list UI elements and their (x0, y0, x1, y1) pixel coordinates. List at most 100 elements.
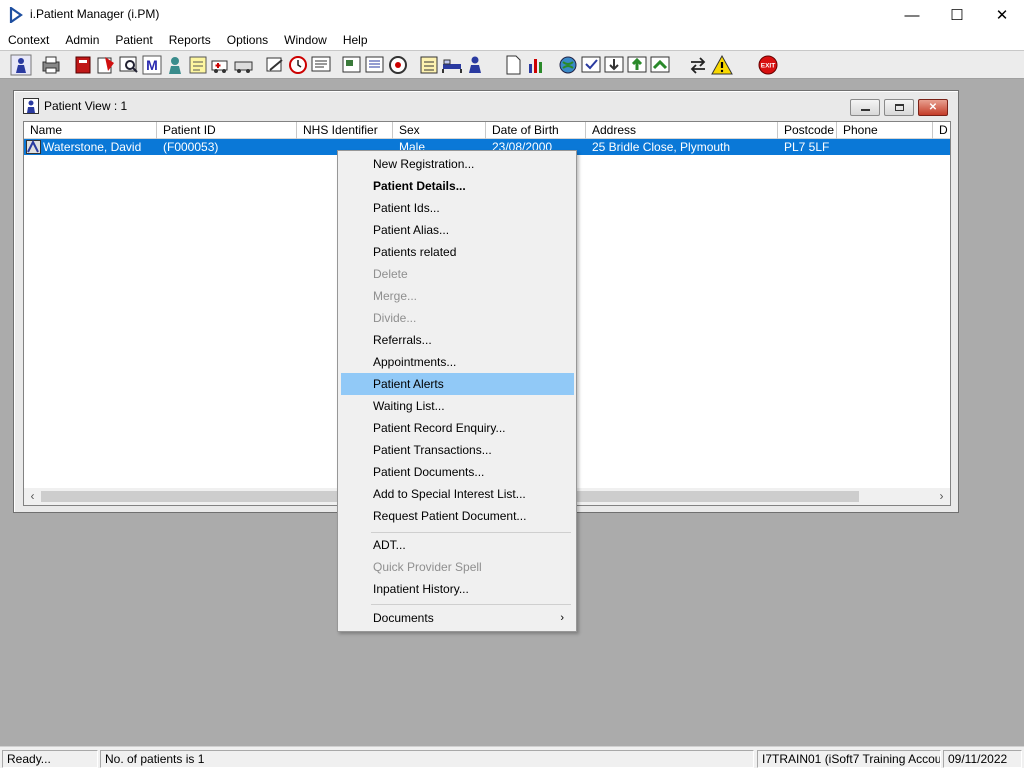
status-date: 09/11/2022 (943, 750, 1022, 768)
cell-phone (843, 139, 929, 155)
bed-icon[interactable] (441, 54, 463, 76)
referral-icon[interactable] (95, 54, 117, 76)
transport-icon[interactable] (233, 54, 255, 76)
patient-icon[interactable] (10, 54, 32, 76)
maximize-button[interactable]: ☐ (934, 0, 980, 30)
check-icon[interactable] (580, 54, 602, 76)
title-bar: i.Patient Manager (i.PM) — ☐ ✕ (0, 0, 1024, 30)
close-button[interactable]: ✕ (979, 0, 1024, 30)
menu-bar: Context Admin Patient Reports Options Wi… (0, 30, 1024, 50)
column-patient-id[interactable]: Patient ID (157, 122, 297, 139)
doctor-icon[interactable] (164, 54, 186, 76)
patient-view-title: Patient View : 1 (44, 99, 128, 113)
menu-item-patient-record-enquiry[interactable]: Patient Record Enquiry... (341, 417, 574, 439)
form-icon[interactable] (418, 54, 440, 76)
monitor-icon[interactable] (310, 54, 332, 76)
column-name[interactable]: Name (24, 122, 157, 139)
column-postcode[interactable]: Postcode (778, 122, 837, 139)
menu-window[interactable]: Window (276, 30, 335, 50)
search-icon[interactable] (118, 54, 140, 76)
close-icon: ✕ (928, 102, 938, 113)
status-bar: Ready... No. of patients is 1 I7TRAIN01 … (0, 746, 1024, 768)
upload-icon[interactable] (626, 54, 648, 76)
menu-item-patient-details[interactable]: Patient Details... (341, 175, 574, 197)
column-date-of-birth[interactable]: Date of Birth (486, 122, 586, 139)
notes-icon[interactable] (187, 54, 209, 76)
menu-separator (371, 604, 571, 605)
svg-text:M: M (146, 57, 158, 73)
document-icon[interactable] (341, 54, 363, 76)
submenu-arrow-icon: › (560, 612, 564, 624)
menu-item-divide: Divide... (373, 311, 417, 325)
exit-label: EXIT (761, 63, 775, 70)
book-icon[interactable] (72, 54, 94, 76)
swap-icon[interactable] (687, 54, 709, 76)
cell-postcode: PL7 5LF (784, 140, 830, 154)
menu-admin[interactable]: Admin (57, 30, 107, 50)
list-header: Name Patient ID NHS Identifier Sex Date … (24, 122, 950, 139)
patient-view-icon (23, 98, 39, 114)
cell-patient-id: (F000053) (163, 140, 219, 154)
menu-patient[interactable]: Patient (107, 30, 160, 50)
bar-chart-icon[interactable] (526, 54, 548, 76)
cell-name: Waterstone, David (43, 140, 142, 154)
patient-context-menu: New Registration... Patient Details... P… (337, 150, 577, 632)
warning-icon[interactable] (711, 54, 733, 76)
menu-item-add-special-interest[interactable]: Add to Special Interest List... (341, 483, 574, 505)
restore-icon (894, 104, 904, 111)
menu-item-patient-alias[interactable]: Patient Alias... (341, 219, 574, 241)
menu-help[interactable]: Help (335, 30, 376, 50)
scroll-left-icon[interactable]: ‹ (24, 488, 41, 505)
person-icon[interactable] (464, 54, 486, 76)
printer-icon[interactable] (40, 54, 62, 76)
menu-item-new-registration[interactable]: New Registration... (341, 153, 574, 175)
menu-item-documents[interactable]: Documents › (341, 607, 574, 629)
scroll-right-icon[interactable]: › (933, 488, 950, 505)
app-logo-icon (9, 7, 23, 23)
menu-item-delete: Delete (373, 267, 408, 281)
column-sex[interactable]: Sex (393, 122, 486, 139)
cell-address: 25 Bridle Close, Plymouth (592, 140, 731, 154)
child-minimize-button[interactable] (850, 99, 880, 116)
menu-item-patient-alerts[interactable]: Patient Alerts (341, 373, 574, 395)
menu-item-patient-ids[interactable]: Patient Ids... (341, 197, 574, 219)
menu-item-referrals[interactable]: Referrals... (341, 329, 574, 351)
menu-item-inpatient-history[interactable]: Inpatient History... (341, 578, 574, 600)
account-info: I7TRAIN01 (iSoft7 Training Account) (757, 750, 941, 768)
column-address[interactable]: Address (586, 122, 778, 139)
menu-item-merge: Merge... (373, 289, 418, 303)
menu-item-quick-provider-spell: Quick Provider Spell (373, 560, 482, 574)
column-nhs-identifier[interactable]: NHS Identifier (297, 122, 393, 139)
blank-page-icon[interactable] (502, 54, 524, 76)
menu-item-adt[interactable]: ADT... (341, 534, 574, 556)
scan-icon[interactable] (264, 54, 286, 76)
menu-separator (371, 532, 571, 533)
ambulance-icon[interactable] (210, 54, 232, 76)
child-close-button[interactable]: ✕ (918, 99, 948, 116)
clock-icon[interactable] (287, 54, 309, 76)
column-d[interactable]: D (933, 122, 950, 139)
menu-reports[interactable]: Reports (161, 30, 219, 50)
minimize-icon (860, 109, 870, 111)
m-icon[interactable]: M (141, 54, 163, 76)
menu-item-request-patient-document[interactable]: Request Patient Document... (341, 505, 574, 527)
globe-icon[interactable] (557, 54, 579, 76)
menu-options[interactable]: Options (219, 30, 276, 50)
patient-row-icon (26, 140, 41, 154)
download-icon[interactable] (603, 54, 625, 76)
list-icon[interactable] (364, 54, 386, 76)
menu-item-patients-related[interactable]: Patients related (341, 241, 574, 263)
child-restore-button[interactable] (884, 99, 914, 116)
transfer-icon[interactable] (649, 54, 671, 76)
target-icon[interactable] (387, 54, 409, 76)
menu-item-appointments[interactable]: Appointments... (341, 351, 574, 373)
menu-item-waiting-list[interactable]: Waiting List... (341, 395, 574, 417)
menu-item-patient-transactions[interactable]: Patient Transactions... (341, 439, 574, 461)
menu-context[interactable]: Context (0, 30, 57, 50)
status-text: Ready... (2, 750, 98, 768)
exit-icon[interactable]: EXIT (757, 54, 779, 76)
minimize-button[interactable]: — (889, 0, 935, 30)
column-phone[interactable]: Phone (837, 122, 933, 139)
menu-item-patient-documents[interactable]: Patient Documents... (341, 461, 574, 483)
menu-item-documents-label: Documents (373, 611, 434, 625)
